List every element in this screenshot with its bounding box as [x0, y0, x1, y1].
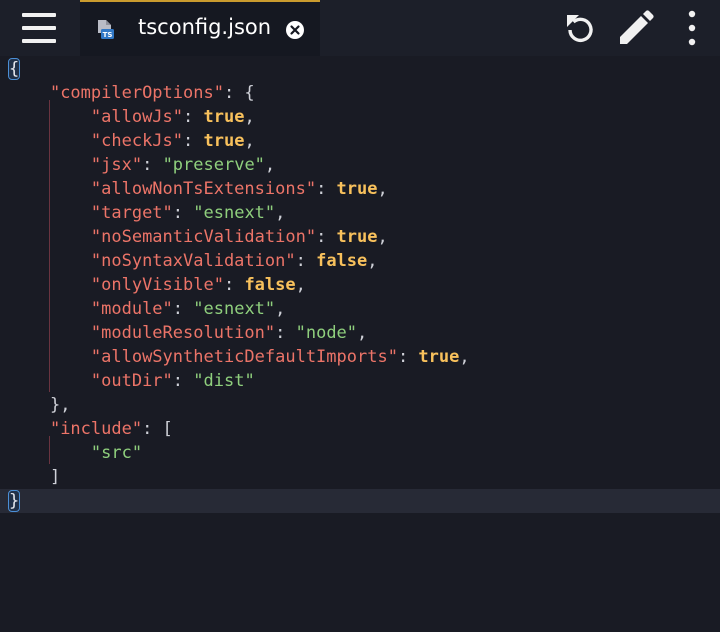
json-punctuation: ,	[244, 131, 255, 151]
code-line: "outDir": "dist"	[9, 369, 255, 393]
json-key: "compilerOptions"	[49, 83, 224, 103]
tab-title: tsconfig.json	[138, 15, 272, 39]
code-line: "include": [	[49, 419, 173, 439]
code-line: "onlyVisible": false,	[9, 273, 306, 297]
json-key: "module"	[90, 299, 173, 319]
json-key: "checkJs"	[90, 131, 184, 151]
json-value: "esnext"	[193, 299, 276, 319]
json-value: "dist"	[193, 371, 255, 391]
more-vertical-icon[interactable]	[672, 8, 712, 48]
code-line: }	[7, 489, 21, 513]
json-punctuation: ,	[295, 275, 306, 295]
json-punctuation: ,	[357, 323, 368, 343]
json-string: "src"	[90, 443, 143, 463]
code-line: "module": "esnext",	[9, 297, 286, 321]
json-value: "preserve"	[162, 155, 265, 175]
json-punctuation: ,	[264, 155, 276, 175]
hamburger-menu-icon[interactable]	[16, 12, 64, 44]
json-punctuation: ,	[367, 251, 378, 271]
code-line: "noSyntaxValidation": false,	[9, 249, 378, 273]
json-punctuation: :	[316, 227, 337, 247]
typescript-file-icon: TS	[96, 20, 116, 40]
json-value: true	[203, 131, 245, 151]
json-value: true	[203, 107, 245, 127]
code-line: "target": "esnext",	[9, 201, 286, 225]
json-key: "onlyVisible"	[90, 275, 224, 295]
json-punctuation: :	[397, 347, 419, 367]
tab-tsconfig[interactable]: TS tsconfig.json	[80, 0, 320, 56]
code-line: "moduleResolution": "node",	[9, 321, 367, 345]
matched-bracket: {	[7, 58, 21, 80]
json-key: "allowJs"	[90, 107, 184, 127]
code-line: },	[49, 395, 71, 415]
json-punctuation: ,	[275, 299, 286, 319]
json-punctuation: :	[172, 203, 194, 223]
json-key: "allowNonTsExtensions"	[90, 179, 317, 199]
code-line: "jsx": "preserve",	[9, 153, 275, 177]
json-key: "target"	[90, 203, 173, 223]
code-line: "allowJs": true,	[9, 105, 255, 129]
json-value: true	[336, 227, 378, 247]
json-key: "include"	[49, 419, 143, 439]
json-key: "noSemanticValidation"	[90, 227, 317, 247]
undo-icon[interactable]	[560, 8, 600, 48]
code-line: "checkJs": true,	[9, 129, 255, 153]
json-punctuation: :	[275, 323, 296, 343]
json-punctuation: :	[172, 371, 194, 391]
json-punctuation: ,	[377, 227, 388, 247]
json-punctuation: ,	[377, 179, 388, 199]
json-key: "allowSyntheticDefaultImports"	[90, 347, 398, 367]
json-punctuation: :	[295, 251, 317, 271]
code-line: {	[7, 57, 21, 81]
json-value: false	[244, 275, 296, 295]
json-value: "node"	[295, 323, 358, 343]
current-line-highlight	[0, 489, 720, 513]
close-tab-icon[interactable]	[286, 21, 304, 39]
code-line: "noSemanticValidation": true,	[9, 225, 388, 249]
json-punctuation: :	[316, 179, 337, 199]
json-punctuation: :	[223, 275, 245, 295]
json-key: "moduleResolution"	[90, 323, 276, 343]
json-punctuation: ,	[275, 203, 286, 223]
json-value: true	[418, 347, 460, 367]
top-toolbar: TS tsconfig.json	[0, 0, 720, 56]
json-punctuation: :	[183, 131, 204, 151]
json-punctuation: :	[172, 299, 194, 319]
json-value: true	[336, 179, 378, 199]
json-punctuation: ,	[459, 347, 470, 367]
json-key: "outDir"	[90, 371, 173, 391]
json-value: false	[316, 251, 368, 271]
code-line: "compilerOptions": {	[49, 83, 255, 103]
edit-pencil-icon[interactable]	[616, 8, 656, 48]
json-punctuation: :	[142, 155, 163, 175]
svg-text:TS: TS	[103, 31, 113, 39]
matched-bracket: }	[7, 490, 21, 512]
json-key: "jsx"	[90, 155, 143, 175]
code-editor[interactable]: { "compilerOptions": { "allowJs": true, …	[0, 56, 720, 632]
json-key: "noSyntaxValidation"	[90, 251, 296, 271]
json-punctuation: :	[183, 107, 204, 127]
json-value: "esnext"	[193, 203, 276, 223]
code-line: "allowSyntheticDefaultImports": true,	[9, 345, 470, 369]
code-line: "allowNonTsExtensions": true,	[9, 177, 388, 201]
code-line: ]	[49, 467, 61, 487]
json-punctuation: ,	[244, 107, 255, 127]
code-line: "src"	[9, 441, 142, 465]
